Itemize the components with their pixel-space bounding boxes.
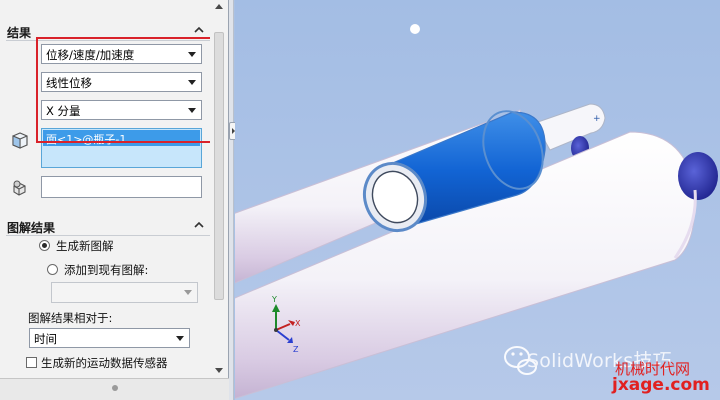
panel-splitter[interactable] bbox=[229, 0, 234, 400]
chevron-up-icon[interactable] bbox=[192, 218, 206, 232]
property-manager-panel: 结果 位移/速度/加速度 线性位移 X 分量 面<1>@瓶子-1 图解结果 生成… bbox=[0, 0, 229, 400]
new-plot-radio[interactable] bbox=[39, 240, 50, 251]
relative-to-label: 图解结果相对于: bbox=[28, 311, 113, 325]
panel-scrollbar[interactable] bbox=[210, 0, 228, 378]
scroll-down-arrow-icon[interactable] bbox=[215, 368, 223, 373]
panel-footer bbox=[0, 378, 229, 400]
motion-sensor-label: 生成新的运动数据传感器 bbox=[41, 356, 168, 370]
model-scene: + Y X Z bbox=[235, 0, 720, 400]
triad-x-label: X bbox=[295, 319, 301, 328]
scrollbar-thumb[interactable] bbox=[214, 32, 224, 300]
scroll-up-arrow-icon[interactable] bbox=[215, 4, 223, 9]
dropdown-arrow-icon bbox=[184, 290, 192, 295]
motion-sensor-checkbox[interactable] bbox=[26, 357, 37, 368]
lower-tube-cap bbox=[678, 152, 718, 200]
chevron-up-icon[interactable] bbox=[192, 23, 206, 37]
new-plot-label: 生成新图解 bbox=[56, 239, 114, 253]
existing-plot-select[interactable] bbox=[51, 282, 198, 303]
resize-grip-icon[interactable] bbox=[112, 385, 118, 391]
origin-plus-marker: + bbox=[593, 114, 601, 124]
triad-y-label: Y bbox=[271, 295, 277, 304]
plot-results-section-header[interactable]: 图解结果 bbox=[0, 216, 210, 236]
plot-results-section-title: 图解结果 bbox=[7, 221, 56, 235]
reference-component-field[interactable] bbox=[41, 176, 202, 198]
triad-z-label: Z bbox=[293, 345, 299, 354]
relative-to-select[interactable]: 时间 bbox=[29, 328, 190, 348]
dropdown-arrow-icon bbox=[176, 336, 184, 341]
point-marker bbox=[410, 24, 420, 34]
watermark-site-url: jxage.com bbox=[612, 375, 710, 395]
add-to-existing-label: 添加到现有图解: bbox=[64, 263, 149, 277]
add-to-existing-radio[interactable] bbox=[47, 264, 58, 275]
highlight-annotation-box bbox=[36, 37, 214, 143]
face-selection-icon bbox=[12, 132, 28, 149]
relative-to-value: 时间 bbox=[34, 332, 57, 346]
graphics-viewport[interactable]: + Y X Z bbox=[235, 0, 720, 400]
component-reference-icon bbox=[13, 180, 26, 196]
results-section-title: 结果 bbox=[7, 26, 32, 40]
section-divider bbox=[6, 235, 210, 236]
